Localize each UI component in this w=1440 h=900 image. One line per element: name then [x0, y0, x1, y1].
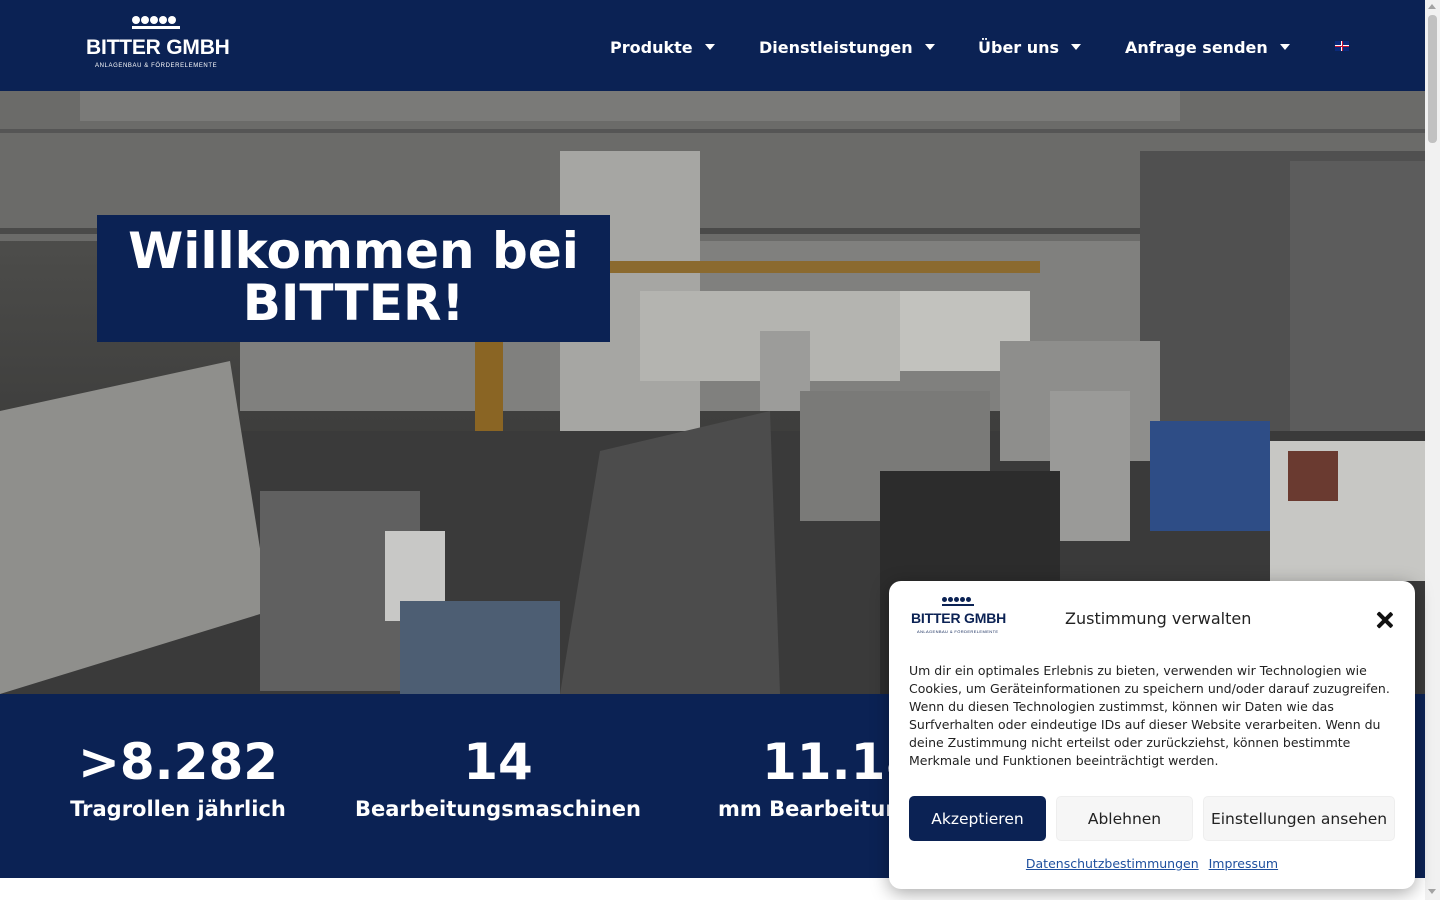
nav-item-anfrage-senden[interactable]: Anfrage senden [1125, 36, 1290, 58]
deny-button[interactable]: Ablehnen [1056, 796, 1193, 841]
nav-item-ueber-uns[interactable]: Über uns [978, 36, 1082, 58]
privacy-policy-link[interactable]: Datenschutzbestimmungen [1026, 856, 1199, 871]
site-header: BITTER GMBH ANLAGENBAU & FÖRDERELEMENTE … [0, 0, 1425, 91]
page-scrollbar[interactable] [1425, 0, 1440, 900]
consent-logo-tagline: ANLAGENBAU & FÖRDERELEMENTE [917, 629, 999, 634]
scroll-up-arrow-icon[interactable] [1428, 4, 1436, 9]
nav-item-produkte[interactable]: Produkte [610, 36, 715, 58]
scroll-down-arrow-icon[interactable] [1428, 889, 1436, 894]
imprint-link[interactable]: Impressum [1209, 856, 1278, 871]
uk-flag-icon[interactable] [1335, 41, 1349, 51]
logo-tagline: ANLAGENBAU & FÖRDERELEMENTE [95, 63, 218, 69]
stat-label: Bearbeitungsmaschinen [354, 797, 641, 821]
nav-item-label: Dienstleistungen [759, 37, 913, 57]
logo-name: BITTER GMBH [86, 36, 230, 59]
scroll-thumb[interactable] [1428, 15, 1437, 143]
logo-bar [942, 604, 974, 606]
consent-logo-name: BITTER GMBH [911, 610, 1007, 626]
site-logo[interactable]: BITTER GMBH ANLAGENBAU & FÖRDERELEMENTE [86, 16, 230, 72]
view-settings-button[interactable]: Einstellungen ansehen [1203, 796, 1395, 841]
stat-item: >8.282 Tragrollen jährlich [58, 734, 298, 822]
consent-text: Um dir ein optimales Erlebnis zu bieten,… [909, 663, 1390, 768]
accept-button[interactable]: Akzeptieren [909, 796, 1046, 841]
hero-title: Willkommen bei BITTER! [97, 225, 610, 329]
consent-links: Datenschutzbestimmungen Impressum [889, 856, 1415, 871]
hero-title-line1: Willkommen bei [128, 222, 579, 280]
hero-title-box: Willkommen bei BITTER! [97, 215, 610, 342]
stat-label: Tragrollen jährlich [70, 797, 286, 821]
caret-down-icon [1071, 44, 1082, 50]
nav-item-dienstleistungen[interactable]: Dienstleistungen [759, 36, 935, 58]
caret-down-icon [704, 44, 715, 50]
hero-title-line2: BITTER! [242, 274, 465, 332]
logo-bar [132, 26, 180, 29]
consent-title: Zustimmung verwalten [1065, 609, 1252, 628]
caret-down-icon [924, 44, 935, 50]
cookie-consent-dialog: BITTER GMBH ANLAGENBAU & FÖRDERELEMENTE … [889, 581, 1415, 889]
close-icon[interactable] [1375, 610, 1395, 630]
caret-down-icon [1279, 44, 1290, 50]
consent-logo: BITTER GMBH ANLAGENBAU & FÖRDERELEMENTE [911, 597, 1007, 637]
nav-item-label: Über uns [978, 37, 1060, 57]
logo-dots-icon [942, 597, 971, 602]
stat-item: 14 Bearbeitungsmaschinen [348, 734, 648, 822]
stat-value: 14 [463, 733, 533, 791]
stat-value: >8.282 [77, 733, 279, 791]
nav-item-label: Anfrage senden [1125, 37, 1268, 57]
nav-item-label: Produkte [610, 37, 693, 57]
